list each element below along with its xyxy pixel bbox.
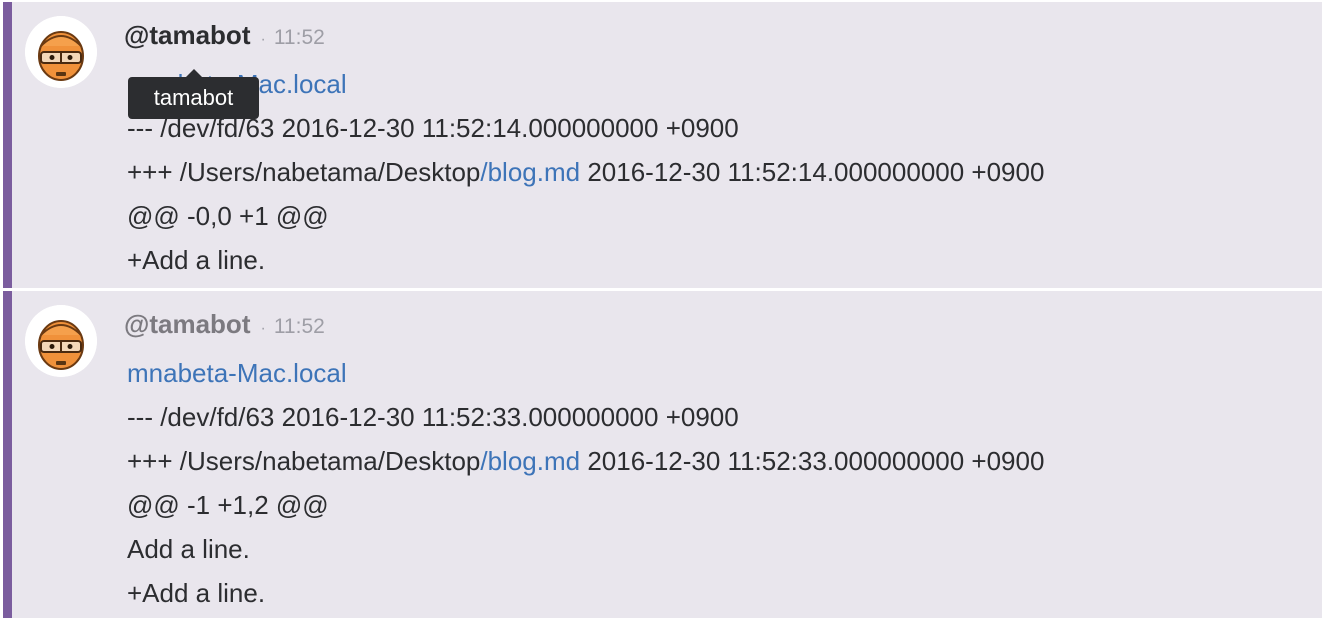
diff-plus-suffix: 2016-12-30 11:52:33.000000000 +0900 <box>580 446 1045 476</box>
accent-bar <box>3 291 12 618</box>
diff-line: +Add a line. <box>127 578 266 608</box>
message-feed: @tamabot · 11:52 mnabeta-Mac.local --- /… <box>0 0 1322 618</box>
diff-hunk-header: @@ -1 +1,2 @@ <box>127 490 329 520</box>
username[interactable]: @tamabot <box>124 309 250 340</box>
separator-dot: · <box>260 320 266 337</box>
bot-avatar-icon[interactable] <box>25 16 97 88</box>
message-header: @tamabot · 11:52 <box>124 309 325 343</box>
username-tooltip: tamabot <box>128 69 259 119</box>
message-body: mnabeta-Mac.local --- /dev/fd/63 2016-12… <box>127 351 1044 615</box>
username[interactable]: @tamabot <box>124 20 250 51</box>
timestamp[interactable]: 11:52 <box>274 315 325 339</box>
diff-plus-prefix: +++ /Users/nabetama/Desktop <box>127 157 481 187</box>
message-item: @tamabot · 11:52 mnabeta-Mac.local --- /… <box>3 2 1322 288</box>
separator-dot: · <box>260 31 266 48</box>
diff-plus-suffix: 2016-12-30 11:52:14.000000000 +0900 <box>580 157 1045 187</box>
message-item: @tamabot · 11:52 mnabeta-Mac.local --- /… <box>3 291 1322 618</box>
accent-bar <box>3 2 12 288</box>
message-header: @tamabot · 11:52 <box>124 20 325 54</box>
hostname-link[interactable]: mnabeta-Mac.local <box>127 358 347 388</box>
diff-plus-header: +++ /Users/nabetama/Desktop/blog.md 2016… <box>127 439 1044 483</box>
diff-minus-header: --- /dev/fd/63 2016-12-30 11:52:14.00000… <box>127 113 739 143</box>
diff-hunk-header: @@ -0,0 +1 @@ <box>127 201 329 231</box>
diff-line: +Add a line. <box>127 245 266 275</box>
file-link[interactable]: /blog.md <box>480 446 580 476</box>
hostname-line: mnabeta-Mac.local <box>127 351 1044 395</box>
bot-avatar-icon[interactable] <box>25 305 97 377</box>
diff-line: Add a line. <box>127 534 250 564</box>
diff-plus-prefix: +++ /Users/nabetama/Desktop <box>127 446 481 476</box>
hostname-line: mnabeta-Mac.local <box>127 62 1044 106</box>
file-link[interactable]: /blog.md <box>480 157 580 187</box>
diff-minus-header: --- /dev/fd/63 2016-12-30 11:52:33.00000… <box>127 402 739 432</box>
diff-plus-header: +++ /Users/nabetama/Desktop/blog.md 2016… <box>127 150 1044 194</box>
message-body: mnabeta-Mac.local --- /dev/fd/63 2016-12… <box>127 62 1044 282</box>
timestamp[interactable]: 11:52 <box>274 26 325 50</box>
